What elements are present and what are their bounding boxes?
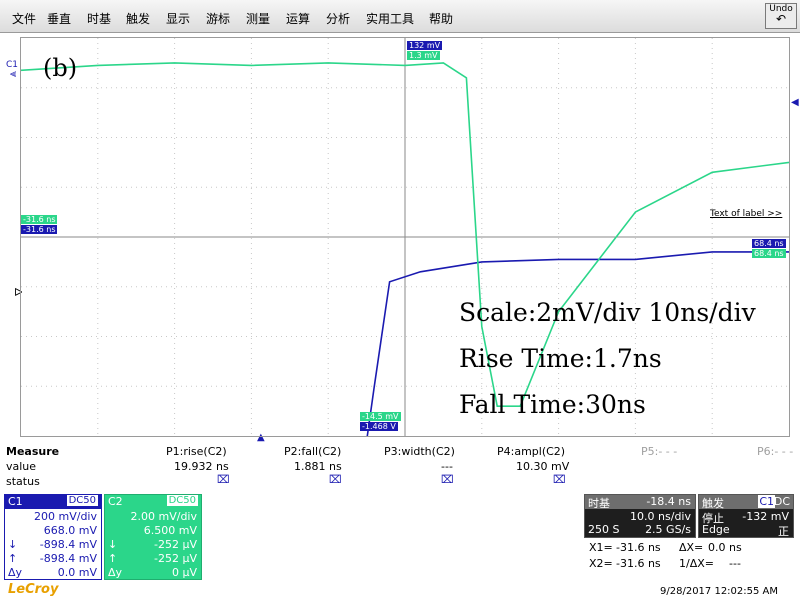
c1-scale: 200 mV/div bbox=[34, 510, 97, 523]
menu-cursors[interactable]: 游标 bbox=[206, 10, 230, 27]
timebase-title: 时基 bbox=[588, 497, 610, 510]
c2-up-label: ↑ bbox=[108, 552, 118, 565]
param-p2-name[interactable]: P2:fall(C2) bbox=[284, 445, 341, 458]
cursor-right-label-blue: 68.4 ns bbox=[752, 239, 786, 248]
trigger-panel[interactable]: 触发 C1 DC 停止 -132 mV Edge 正 bbox=[698, 494, 794, 538]
timebase-delay: -18.4 ns bbox=[646, 495, 691, 508]
c1-label: C1 bbox=[8, 495, 23, 508]
brand-logo: LeCroy bbox=[8, 582, 59, 597]
param-p4-status-icon: ⌧ bbox=[553, 473, 566, 486]
timestamp: 9/28/2017 12:02:55 AM bbox=[660, 586, 779, 597]
param-p5-name[interactable]: P5:- - - bbox=[641, 445, 677, 458]
c2-offset: 6.500 mV bbox=[143, 524, 197, 537]
rise-time-annotation: Rise Time:1.7ns bbox=[459, 344, 662, 373]
menu-timebase[interactable]: 时基 bbox=[87, 10, 111, 27]
c1-offset: 668.0 mV bbox=[43, 524, 97, 537]
menu-measure[interactable]: 测量 bbox=[246, 10, 270, 27]
waveform-display[interactable]: (b) Scale:2mV/div 10ns/div Rise Time:1.7… bbox=[20, 37, 790, 437]
param-p1-status-icon: ⌧ bbox=[217, 473, 230, 486]
c1-dy-value: 0.0 mV bbox=[57, 566, 97, 579]
trigger-title: 触发 bbox=[702, 497, 724, 510]
menu-math[interactable]: 运算 bbox=[286, 10, 310, 27]
gridlines bbox=[21, 38, 789, 436]
cursor-bottom-label-green: -14.5 mV bbox=[360, 412, 401, 421]
measure-title: Measure bbox=[6, 445, 60, 458]
cursor-left-label-green: -31.6 ns bbox=[21, 215, 58, 224]
menu-display[interactable]: 显示 bbox=[166, 10, 190, 27]
timebase-scale: 10.0 ns/div bbox=[630, 510, 691, 523]
param-p3-status-icon: ⌧ bbox=[441, 473, 454, 486]
param-p1-value: 19.932 ns bbox=[174, 460, 229, 473]
timebase-samples: 250 S bbox=[588, 523, 620, 536]
param-p3-name[interactable]: P3:width(C2) bbox=[384, 445, 455, 458]
c2-down-value: -252 μV bbox=[154, 538, 197, 551]
trigger-slope: 正 bbox=[778, 525, 789, 538]
param-p3-value: --- bbox=[441, 460, 453, 473]
c2-dy-label: Δy bbox=[108, 566, 123, 579]
c1-down-value: -898.4 mV bbox=[39, 538, 97, 551]
cursor-inv-dx-value: --- bbox=[729, 557, 741, 570]
waveform-svg bbox=[21, 38, 789, 436]
menu-help[interactable]: 帮助 bbox=[429, 10, 453, 27]
cursor-top-label-green: 1.3 mV bbox=[407, 51, 440, 60]
c1-dy-label: Δy bbox=[8, 566, 23, 579]
menu-trigger[interactable]: 触发 bbox=[126, 10, 150, 27]
param-p1-name[interactable]: P1:rise(C2) bbox=[166, 445, 227, 458]
trigger-level: -132 mV bbox=[742, 510, 789, 523]
measure-row-value-label: value bbox=[6, 460, 37, 473]
c2-dy-value: 0 μV bbox=[171, 566, 197, 579]
c1-coupling-badge: DC50 bbox=[66, 495, 98, 506]
c1-panel-header: C1 DC50 bbox=[5, 495, 101, 509]
param-p6-name[interactable]: P6:- - - bbox=[757, 445, 793, 458]
cursor-right-label-green: 68.4 ns bbox=[752, 249, 786, 258]
c1-offset-marker-icon[interactable]: ⫷ bbox=[10, 68, 16, 79]
c1-up-label: ↑ bbox=[8, 552, 18, 565]
param-p2-value: 1.881 ns bbox=[294, 460, 342, 473]
c1-up-value: -898.4 mV bbox=[39, 552, 97, 565]
cursor-x2-value: -31.6 ns bbox=[616, 557, 661, 570]
measure-table: Measure value status P1:rise(C2) 19.932 … bbox=[0, 443, 800, 491]
menu-utilities[interactable]: 实用工具 bbox=[366, 10, 414, 27]
c2-channel-panel[interactable]: C2 DC50 2.00 mV/div 6.500 mV ↓ -252 μV ↑… bbox=[104, 494, 202, 580]
menu-bar: 文件 垂直 时基 触发 显示 游标 测量 运算 分析 实用工具 帮助 Undo … bbox=[0, 0, 800, 33]
cursor-inv-dx-label: 1/ΔX= bbox=[679, 557, 714, 570]
fall-time-annotation: Fall Time:30ns bbox=[459, 390, 646, 419]
c1-channel-panel[interactable]: C1 DC50 200 mV/div 668.0 mV ↓ -898.4 mV … bbox=[4, 494, 102, 580]
cursor-bottom-label-blue: -1.468 V bbox=[360, 422, 398, 431]
menu-vertical[interactable]: 垂直 bbox=[47, 10, 71, 27]
param-p4-value: 10.30 mV bbox=[516, 460, 570, 473]
c2-label: C2 bbox=[108, 495, 123, 508]
measure-row-status-label: status bbox=[6, 475, 40, 488]
c1-down-label: ↓ bbox=[8, 538, 18, 551]
trigger-type: Edge bbox=[702, 523, 730, 536]
c2-up-value: -252 μV bbox=[154, 552, 197, 565]
undo-button[interactable]: Undo ↶ bbox=[765, 3, 797, 29]
trigger-right-marker-icon: ◀ bbox=[791, 97, 799, 108]
menu-file[interactable]: 文件 bbox=[12, 10, 36, 27]
c2-panel-header: C2 DC50 bbox=[105, 495, 201, 509]
c2-scale: 2.00 mV/div bbox=[130, 510, 197, 523]
cursor-x1-value: -31.6 ns bbox=[616, 541, 661, 554]
menu-analysis[interactable]: 分析 bbox=[326, 10, 350, 27]
timebase-rate: 2.5 GS/s bbox=[645, 523, 691, 536]
text-of-label-link[interactable]: Text of label >> bbox=[710, 209, 782, 219]
param-p4-name[interactable]: P4:ampl(C2) bbox=[497, 445, 565, 458]
scale-annotation: Scale:2mV/div 10ns/div bbox=[459, 298, 756, 327]
trigger-source: C1 bbox=[758, 495, 775, 508]
cursor-dx-value: 0.0 ns bbox=[708, 541, 742, 554]
param-p2-status-icon: ⌧ bbox=[329, 473, 342, 486]
c2-down-label: ↓ bbox=[108, 538, 118, 551]
timebase-panel[interactable]: 时基 -18.4 ns 10.0 ns/div 250 S 2.5 GS/s bbox=[584, 494, 696, 538]
c2-coupling-badge: DC50 bbox=[166, 495, 198, 506]
undo-arrow-icon: ↶ bbox=[775, 12, 787, 26]
cursor-top-label-blue: 132 mV bbox=[407, 41, 443, 50]
cursor-x1-label: X1= bbox=[589, 541, 613, 554]
panel-label: (b) bbox=[43, 54, 78, 82]
cursor-left-label-blue: -31.6 ns bbox=[21, 225, 58, 234]
cursor-x2-label: X2= bbox=[589, 557, 613, 570]
cursor-dx-label: ΔX= bbox=[679, 541, 704, 554]
trigger-coupling: DC bbox=[773, 495, 790, 508]
